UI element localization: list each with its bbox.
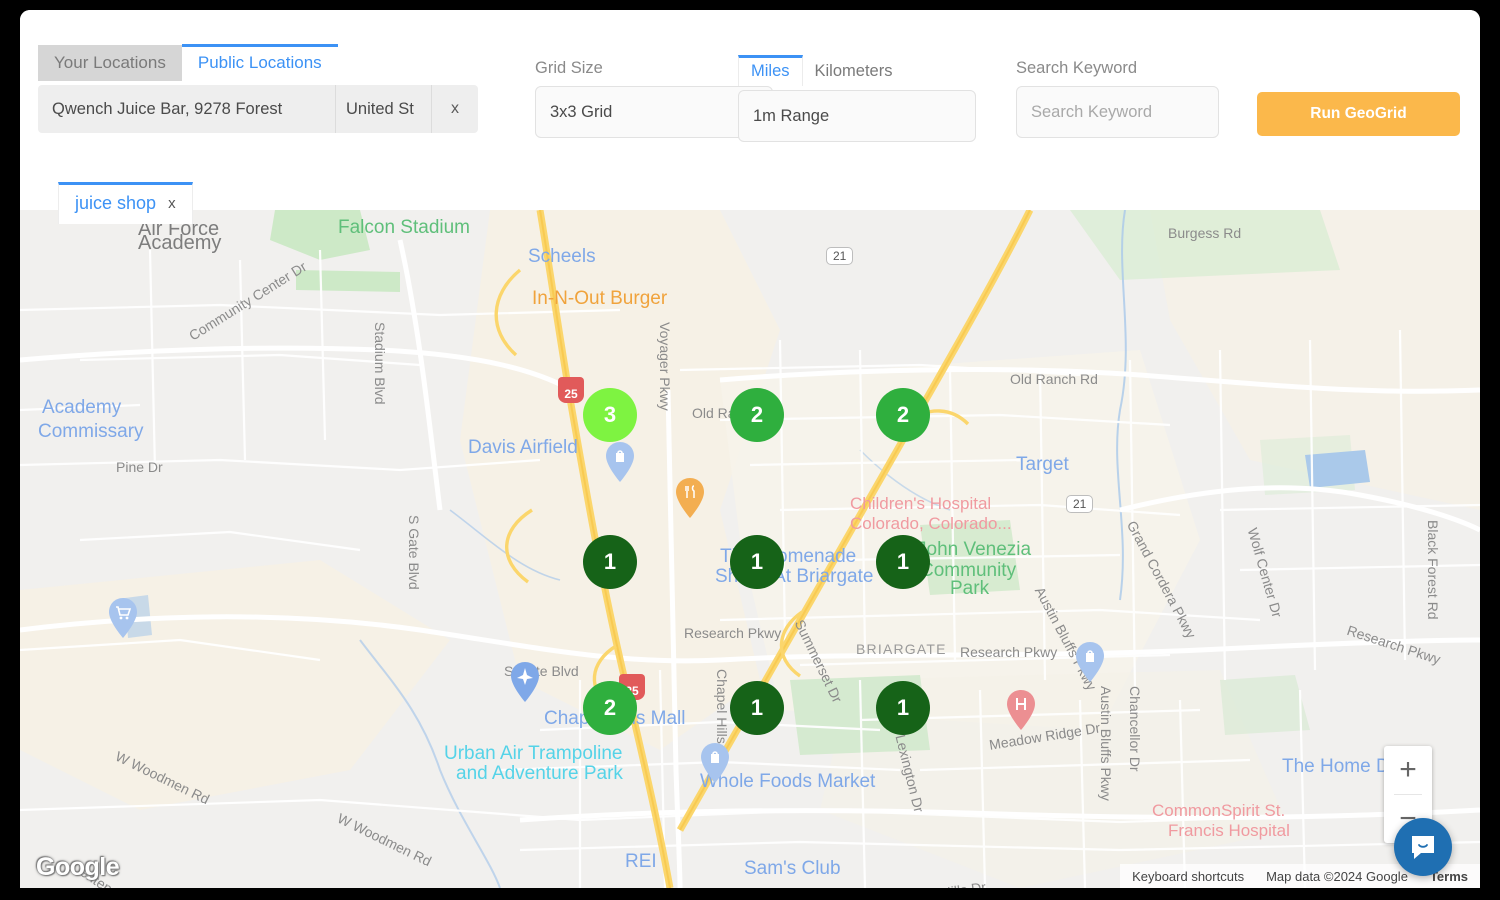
location-tabs: Your Locations Public Locations (38, 45, 478, 81)
location-country-value[interactable]: United St (336, 85, 432, 133)
run-geogrid-button[interactable]: Run GeoGrid (1257, 92, 1460, 136)
keyword-group: Search Keyword Search Keyword (1016, 58, 1219, 138)
location-input[interactable]: Qwench Juice Bar, 9278 Forest United St … (38, 85, 478, 133)
restaurant-pin-icon[interactable] (675, 478, 705, 518)
grid-marker[interactable]: 1 (876, 535, 930, 589)
shopping-cart-pin-icon[interactable] (108, 598, 138, 638)
search-keyword-input[interactable]: Search Keyword (1016, 86, 1219, 138)
highway-shield-21: 21 (1066, 495, 1093, 513)
zoom-in-button[interactable]: + (1384, 746, 1432, 794)
map-data-text: Map data ©2024 Google (1266, 869, 1408, 884)
airport-pin-icon[interactable] (510, 662, 540, 702)
google-logo: Google (36, 853, 119, 882)
chat-widget-button[interactable] (1394, 818, 1452, 876)
keyword-result-label: juice shop (75, 193, 156, 214)
grid-marker[interactable]: 1 (730, 681, 784, 735)
grid-marker[interactable]: 2 (583, 681, 637, 735)
location-group: Your Locations Public Locations Qwench J… (38, 45, 478, 133)
hospital-pin-icon[interactable] (1006, 690, 1036, 730)
location-clear-button[interactable]: x (432, 85, 478, 133)
grid-marker[interactable]: 3 (583, 388, 637, 442)
grid-marker[interactable]: 1 (583, 535, 637, 589)
app-page: Your Locations Public Locations Qwench J… (20, 10, 1480, 888)
browser-frame: Your Locations Public Locations Qwench J… (0, 0, 1500, 900)
keyboard-shortcuts-link[interactable]: Keyboard shortcuts (1132, 869, 1244, 884)
keyword-result-tab[interactable]: juice shop x (58, 182, 193, 224)
interstate-shield-25: 25 (558, 377, 584, 403)
tab-public-locations[interactable]: Public Locations (182, 44, 338, 81)
keyword-label: Search Keyword (1016, 58, 1219, 78)
grid-marker[interactable]: 1 (876, 681, 930, 735)
range-select[interactable]: 1m Range (738, 90, 976, 142)
shopping-pin-icon[interactable] (700, 743, 730, 783)
toolbar: Your Locations Public Locations Qwench J… (20, 10, 1480, 180)
keyword-result-close-button[interactable]: x (168, 195, 176, 212)
tab-your-locations[interactable]: Your Locations (38, 45, 182, 81)
grid-marker[interactable]: 2 (876, 388, 930, 442)
highway-shield-21: 21 (826, 247, 853, 265)
tab-miles[interactable]: Miles (738, 55, 803, 86)
unit-tabs: Miles Kilometers (738, 54, 976, 86)
map-canvas[interactable]: Air Force Academy Falcon Stadium Scheels… (20, 210, 1480, 888)
shopping-pin-icon[interactable] (1075, 642, 1105, 682)
grid-marker[interactable]: 1 (730, 535, 784, 589)
shopping-pin-icon[interactable] (605, 442, 635, 482)
location-name-value[interactable]: Qwench Juice Bar, 9278 Forest (38, 85, 336, 133)
chat-bubble-icon (1408, 832, 1438, 862)
tab-kilometers[interactable]: Kilometers (803, 56, 905, 86)
range-group: Miles Kilometers 1m Range (738, 54, 976, 142)
grid-marker[interactable]: 2 (730, 388, 784, 442)
